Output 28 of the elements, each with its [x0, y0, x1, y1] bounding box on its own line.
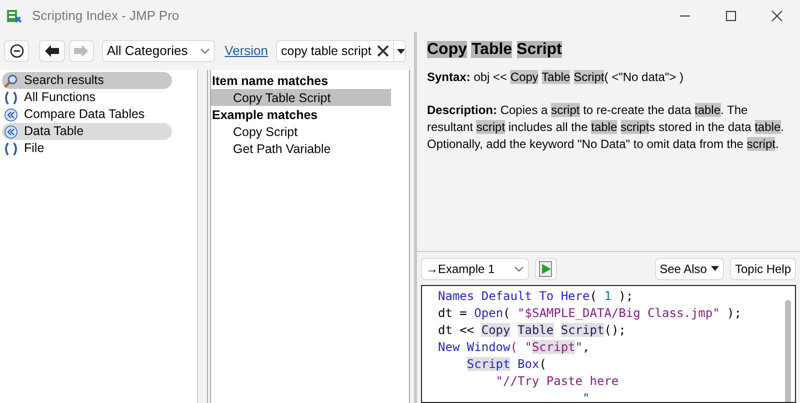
example-dropdown[interactable]: →Example 1 [421, 258, 529, 280]
code-line: dt << Copy Table Script(); [438, 322, 626, 339]
category-item[interactable]: Compare Data Tables [2, 106, 172, 123]
topic-help-button[interactable]: Topic Help [730, 258, 796, 280]
topic-title: Copy Table Script [427, 40, 563, 60]
code-line: "//Try Paste here [494, 373, 619, 390]
group-heading: Example matches [211, 107, 319, 123]
window-title: Scripting Index - JMP Pro [32, 7, 180, 26]
code-line: New Window( "Script", [438, 339, 590, 356]
syntax-text: Syntax: obj << Copy Table Script( <"No data"> ) [427, 69, 684, 86]
category-item[interactable]: Search results [2, 72, 172, 89]
result-item[interactable]: Get Path Variable [211, 140, 391, 157]
description-text: Description: Copies a script to re-create the data table. The resultant script includes all the table scripts stored in the data table. Optionally, add the keyword "No Data" to omit data from the script. [427, 102, 785, 153]
code-editor[interactable]: Names Default To Here( 1 ); dt = Open( "$SAMPLE_DATA/Big Class.jmp" ); dt << Copy Table Script(); New Window( "Script", Script Box( "//Try Paste here " [421, 285, 796, 403]
category-item[interactable]: All Functions [2, 89, 172, 106]
category-item[interactable]: File [2, 140, 172, 157]
result-item[interactable]: Copy Table Script [211, 89, 391, 106]
code-line: " [582, 390, 590, 402]
code-line: Names Default To Here( 1 ); [438, 288, 634, 305]
version-link[interactable]: Version [224, 41, 268, 61]
result-item[interactable]: Copy Script [211, 123, 391, 140]
code-line: dt = Open( "$SAMPLE_DATA/Big Class.jmp" ); [438, 305, 742, 322]
category-item[interactable]: Data Table [2, 123, 172, 140]
category-dropdown[interactable]: All Categories [102, 40, 215, 62]
see-also-button[interactable]: See Also [654, 258, 724, 280]
group-heading: Item name matches [211, 73, 330, 89]
search-field[interactable]: copy table script [276, 40, 406, 62]
code-line: Script Box( [466, 356, 546, 373]
